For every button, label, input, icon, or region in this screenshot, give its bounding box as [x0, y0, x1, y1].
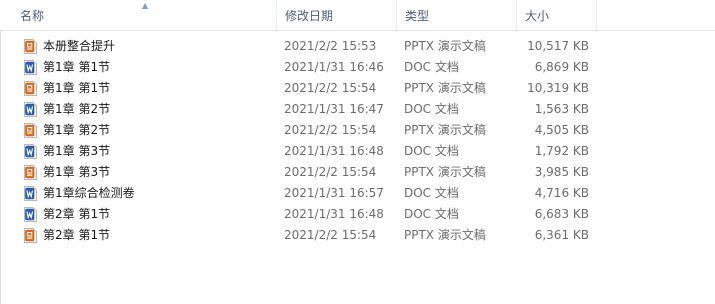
- column-header-empty: [596, 0, 715, 30]
- file-type: DOC 文档: [404, 207, 459, 221]
- file-date-modified: 2021/2/2 15:54: [284, 123, 377, 137]
- file-type: PPTX 演示文稿: [404, 81, 486, 95]
- file-date-modified: 2021/2/2 15:53: [284, 39, 377, 53]
- file-date-modified: 2021/1/31 16:48: [284, 207, 384, 221]
- column-header-date[interactable]: 修改日期: [276, 0, 396, 30]
- column-header-size-label: 大小: [525, 9, 550, 23]
- file-row[interactable]: 第1章 第1节 2021/2/2 15:54 PPTX 演示文稿 10,319 KB: [0, 78, 715, 99]
- file-row[interactable]: 本册整合提升 2021/2/2 15:53 PPTX 演示文稿 10,517 KB: [0, 36, 715, 57]
- sort-ascending-icon: ▲: [142, 1, 149, 10]
- file-date-modified: 2021/1/31 16:48: [284, 144, 384, 158]
- doc-file-icon: [24, 102, 37, 117]
- file-row[interactable]: 第1章 第2节 2021/1/31 16:47 DOC 文档 1,563 KB: [0, 99, 715, 120]
- file-type: PPTX 演示文稿: [404, 39, 486, 53]
- column-header-size[interactable]: 大小: [516, 0, 596, 30]
- pptx-file-icon: [24, 81, 37, 96]
- file-type: PPTX 演示文稿: [404, 123, 486, 137]
- column-header-date-label: 修改日期: [285, 9, 334, 23]
- file-type: DOC 文档: [404, 144, 459, 158]
- file-date-modified: 2021/1/31 16:57: [284, 186, 384, 200]
- file-date-modified: 2021/2/2 15:54: [284, 81, 377, 95]
- file-name: 第1章 第1节: [43, 60, 111, 74]
- file-size: 4,505 KB: [534, 123, 589, 137]
- pptx-file-icon: [24, 228, 37, 243]
- column-header-name-label: 名称: [20, 9, 45, 23]
- file-size: 6,869 KB: [534, 60, 589, 74]
- pptx-file-icon: [24, 123, 37, 138]
- file-name: 第2章 第1节: [43, 207, 111, 221]
- file-name: 第2章 第1节: [43, 228, 111, 242]
- file-type: PPTX 演示文稿: [404, 228, 486, 242]
- file-type: DOC 文档: [404, 186, 459, 200]
- doc-file-icon: [24, 207, 37, 222]
- column-header-bar: ▲ 名称 修改日期 类型 大小: [0, 0, 715, 31]
- file-size: 10,517 KB: [527, 39, 589, 53]
- file-date-modified: 2021/1/31 16:46: [284, 60, 384, 74]
- file-size: 4,716 KB: [534, 186, 589, 200]
- file-name: 第1章 第2节: [43, 123, 111, 137]
- file-row[interactable]: 第1章 第3节 2021/2/2 15:54 PPTX 演示文稿 3,985 KB: [0, 162, 715, 183]
- doc-file-icon: [24, 186, 37, 201]
- doc-file-icon: [24, 60, 37, 75]
- file-row[interactable]: 第1章综合检测卷 2021/1/31 16:57 DOC 文档 4,716 KB: [0, 183, 715, 204]
- file-type: DOC 文档: [404, 102, 459, 116]
- file-name: 第1章 第2节: [43, 102, 111, 116]
- pptx-file-icon: [24, 165, 37, 180]
- file-row[interactable]: 第1章 第2节 2021/2/2 15:54 PPTX 演示文稿 4,505 KB: [0, 120, 715, 141]
- file-size: 3,985 KB: [534, 165, 589, 179]
- doc-file-icon: [24, 144, 37, 159]
- file-row[interactable]: 第2章 第1节 2021/1/31 16:48 DOC 文档 6,683 KB: [0, 204, 715, 225]
- file-row[interactable]: 第2章 第1节 2021/2/2 15:54 PPTX 演示文稿 6,361 KB: [0, 225, 715, 246]
- file-name: 第1章 第1节: [43, 81, 111, 95]
- file-type: DOC 文档: [404, 60, 459, 74]
- file-date-modified: 2021/1/31 16:47: [284, 102, 384, 116]
- file-size: 6,361 KB: [534, 228, 589, 242]
- file-row[interactable]: 第1章 第3节 2021/1/31 16:48 DOC 文档 1,792 KB: [0, 141, 715, 162]
- file-size: 6,683 KB: [534, 207, 589, 221]
- file-size: 1,563 KB: [534, 102, 589, 116]
- file-row[interactable]: 第1章 第1节 2021/1/31 16:46 DOC 文档 6,869 KB: [0, 57, 715, 78]
- file-size: 1,792 KB: [534, 144, 589, 158]
- column-header-type[interactable]: 类型: [396, 0, 516, 30]
- file-type: PPTX 演示文稿: [404, 165, 486, 179]
- file-date-modified: 2021/2/2 15:54: [284, 228, 377, 242]
- column-header-name[interactable]: ▲ 名称: [0, 0, 276, 30]
- file-name: 第1章 第3节: [43, 144, 111, 158]
- file-name: 第1章 第3节: [43, 165, 111, 179]
- column-header-type-label: 类型: [405, 9, 430, 23]
- file-name: 第1章综合检测卷: [43, 186, 135, 200]
- file-size: 10,319 KB: [527, 81, 589, 95]
- file-name: 本册整合提升: [43, 39, 116, 53]
- file-date-modified: 2021/2/2 15:54: [284, 165, 377, 179]
- pptx-file-icon: [24, 39, 37, 54]
